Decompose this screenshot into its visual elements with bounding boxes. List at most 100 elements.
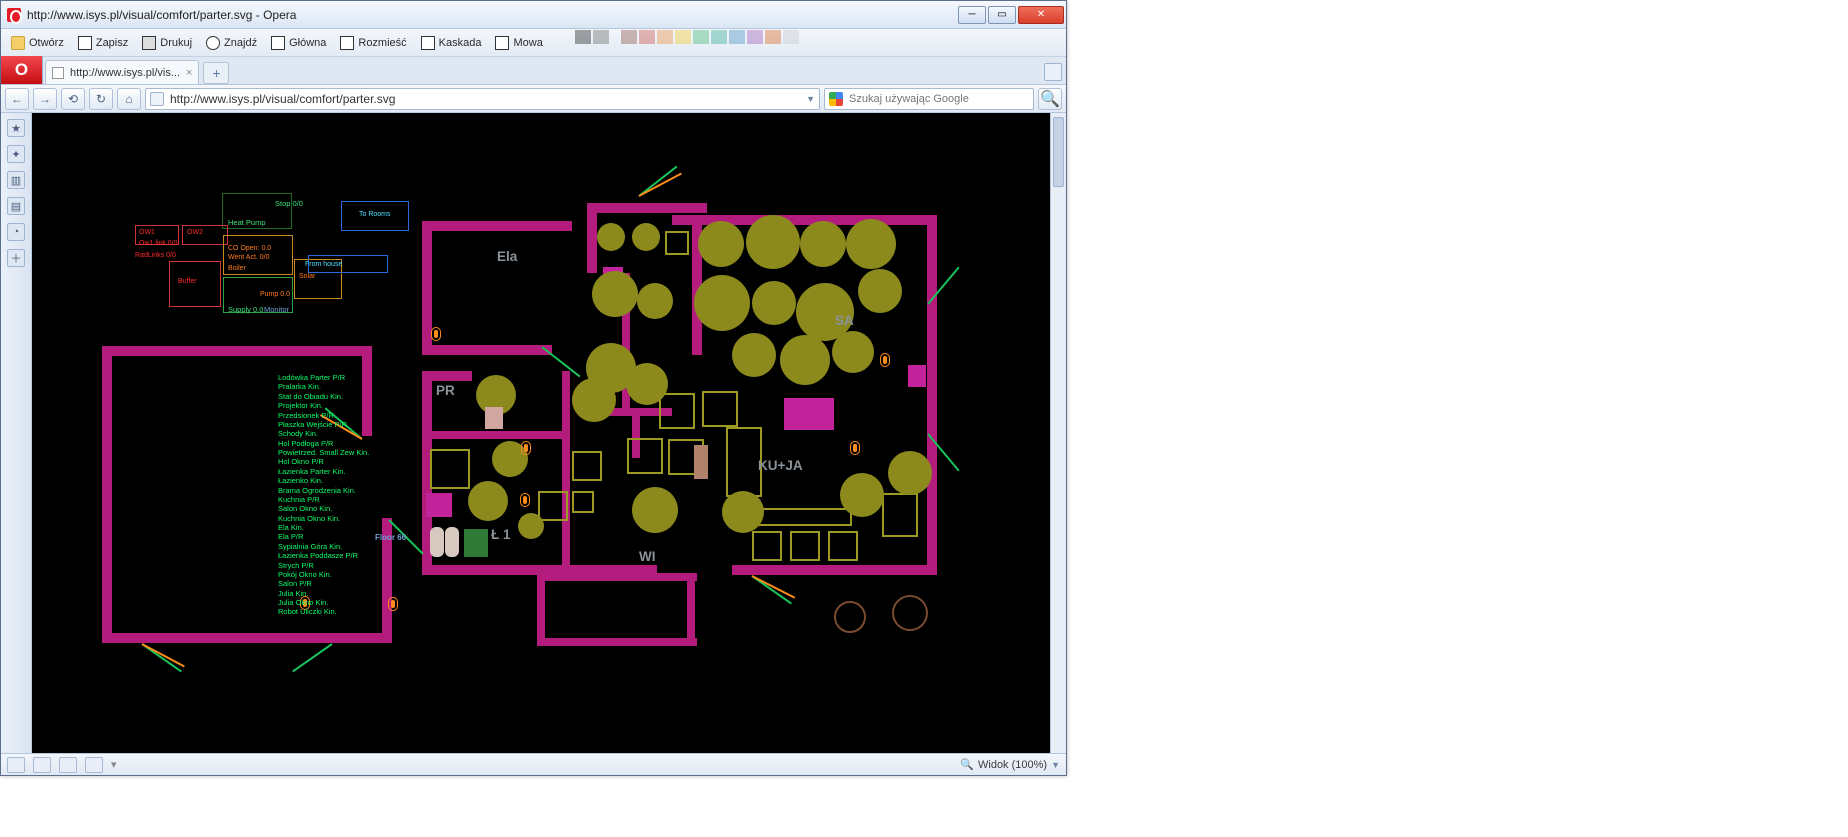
window-title: http://www.isys.pl/visual/comfort/parter… bbox=[27, 8, 958, 22]
scrollbar-thumb[interactable] bbox=[1053, 117, 1064, 187]
panel-history-icon[interactable]: ◔ bbox=[7, 223, 25, 241]
opera-menu-icon: O bbox=[15, 60, 28, 80]
panel-notes-icon[interactable]: ▥ bbox=[7, 171, 25, 189]
menu-find[interactable]: Znajdź bbox=[202, 34, 261, 52]
panel-add-icon[interactable]: ＋ bbox=[7, 249, 25, 267]
closed-tabs-button[interactable] bbox=[1044, 63, 1062, 81]
menu-find-label: Znajdź bbox=[224, 37, 257, 49]
opera-icon bbox=[7, 8, 21, 22]
zoom-dropdown-icon[interactable]: ▼ bbox=[1051, 760, 1060, 770]
zoom-control[interactable]: 🔍 Widok (100%) ▼ bbox=[960, 758, 1060, 771]
status-unite-icon[interactable] bbox=[85, 757, 103, 773]
panel-monitor: Monitor bbox=[264, 305, 289, 314]
panel-radlinks: RadLinks 0/0 bbox=[135, 252, 176, 259]
reload-button[interactable]: ↻ bbox=[89, 88, 113, 110]
fp-misc bbox=[694, 445, 708, 479]
search-input[interactable] bbox=[849, 93, 1029, 105]
cascade-icon bbox=[421, 36, 435, 50]
tab-label: http://www.isys.pl/vis... bbox=[70, 67, 180, 79]
menu-cascade[interactable]: Kaskada bbox=[417, 34, 486, 52]
svg-viewport[interactable]: Ela PR SA KU+JA WI Ł 1 Floor 66 To Rooms… bbox=[32, 113, 1066, 753]
content-area: ★ ✦ ▥ ▤ ◔ ＋ bbox=[1, 113, 1066, 753]
legend-list: Lodówka Parter P/RPralarka Kin.Stat do O… bbox=[278, 373, 369, 617]
panel-hp-status: Stop 0/0 bbox=[275, 199, 303, 208]
label-wi: WI bbox=[639, 549, 656, 564]
back-button[interactable]: ← bbox=[5, 88, 29, 110]
opera-menu-button[interactable]: O bbox=[1, 56, 43, 84]
menu-open-label: Otwórz bbox=[29, 37, 64, 49]
menu-speech-label: Mowa bbox=[513, 37, 542, 49]
panel-downloads-icon[interactable]: ▤ bbox=[7, 197, 25, 215]
menu-bar: Otwórz Zapisz Drukuj Znajdź Główna Rozmi… bbox=[1, 29, 1066, 57]
label-kuja: KU+JA bbox=[758, 458, 803, 473]
fp-misc bbox=[430, 527, 444, 557]
new-tab-button[interactable]: + bbox=[203, 62, 229, 84]
label-l1: Ł 1 bbox=[491, 527, 511, 542]
panel-boiler: Boiler bbox=[228, 265, 246, 272]
label-pr: PR bbox=[436, 383, 455, 398]
panel-hp-name: Heat Pump bbox=[228, 218, 266, 227]
find-icon bbox=[206, 36, 220, 50]
maximize-button[interactable]: ▭ bbox=[988, 6, 1016, 24]
menu-resize[interactable]: Rozmieść bbox=[336, 34, 410, 52]
side-panel: ★ ✦ ▥ ▤ ◔ ＋ bbox=[1, 113, 32, 753]
panel-buffer: Buffer bbox=[178, 278, 197, 285]
close-button[interactable]: ✕ bbox=[1018, 6, 1064, 24]
title-bar[interactable]: http://www.isys.pl/visual/comfort/parter… bbox=[1, 1, 1066, 29]
status-panel-toggle[interactable] bbox=[7, 757, 25, 773]
address-bar[interactable]: ▼ bbox=[145, 88, 820, 110]
viewport-scrollbar[interactable] bbox=[1050, 113, 1066, 753]
status-bar: ▾ 🔍 Widok (100%) ▼ bbox=[1, 753, 1066, 775]
favicon-icon bbox=[52, 67, 64, 79]
menu-save[interactable]: Zapisz bbox=[74, 34, 132, 52]
zoom-label: Widok (100%) bbox=[978, 759, 1047, 771]
nav-bar: ← → ⟲ ↻ ⌂ ▼ 🔍 bbox=[1, 85, 1066, 113]
label-floor: Floor 66 bbox=[375, 533, 406, 542]
google-icon bbox=[829, 92, 843, 106]
panel-supply: Supply 0.0 bbox=[228, 305, 263, 314]
menu-home[interactable]: Główna bbox=[267, 34, 330, 52]
home-button[interactable]: ⌂ bbox=[117, 88, 141, 110]
save-icon bbox=[78, 36, 92, 50]
menu-resize-label: Rozmieść bbox=[358, 37, 406, 49]
menu-print-label: Drukuj bbox=[160, 37, 192, 49]
menu-home-label: Główna bbox=[289, 37, 326, 49]
zoom-icon: 🔍 bbox=[960, 758, 974, 771]
panel-co-open: CO Open: 0.0 bbox=[228, 245, 271, 252]
home-icon bbox=[271, 36, 285, 50]
menu-cascade-label: Kaskada bbox=[439, 37, 482, 49]
panel-widgets-icon[interactable]: ✦ bbox=[7, 145, 25, 163]
browser-window: http://www.isys.pl/visual/comfort/parter… bbox=[0, 0, 1067, 776]
grid-icon bbox=[340, 36, 354, 50]
address-dropdown-icon[interactable]: ▼ bbox=[806, 94, 815, 104]
menu-print[interactable]: Drukuj bbox=[138, 34, 196, 52]
panel-to-rooms: To Rooms bbox=[359, 211, 391, 218]
panel-ow1link: Ow1 link 0/0 bbox=[139, 240, 178, 247]
folder-icon bbox=[11, 36, 25, 50]
search-button[interactable]: 🔍 bbox=[1038, 88, 1062, 110]
label-ela: Ela bbox=[497, 249, 517, 264]
fp-misc bbox=[485, 407, 503, 429]
menu-open[interactable]: Otwórz bbox=[7, 34, 68, 52]
fp-misc bbox=[464, 529, 488, 557]
speech-icon bbox=[495, 36, 509, 50]
search-field[interactable] bbox=[824, 88, 1034, 110]
forward-button[interactable]: → bbox=[33, 88, 57, 110]
panel-solar: Solar bbox=[299, 273, 315, 280]
window-controls: ─ ▭ ✕ bbox=[958, 6, 1064, 24]
tab-close-icon[interactable]: × bbox=[186, 67, 192, 79]
fp-misc bbox=[445, 527, 459, 557]
panel-bookmarks-icon[interactable]: ★ bbox=[7, 119, 25, 137]
panel-went: Went Act. 0/0 bbox=[228, 254, 270, 261]
tab-bar: O http://www.isys.pl/vis... × + bbox=[1, 57, 1066, 85]
status-sync-icon[interactable] bbox=[33, 757, 51, 773]
print-icon bbox=[142, 36, 156, 50]
rewind-button[interactable]: ⟲ bbox=[61, 88, 85, 110]
tab-active[interactable]: http://www.isys.pl/vis... × bbox=[45, 60, 199, 84]
menu-save-label: Zapisz bbox=[96, 37, 128, 49]
status-link-icon[interactable] bbox=[59, 757, 77, 773]
menu-speech[interactable]: Mowa bbox=[491, 34, 546, 52]
url-input[interactable] bbox=[170, 92, 800, 106]
minimize-button[interactable]: ─ bbox=[958, 6, 986, 24]
page-badge-icon bbox=[150, 92, 164, 106]
